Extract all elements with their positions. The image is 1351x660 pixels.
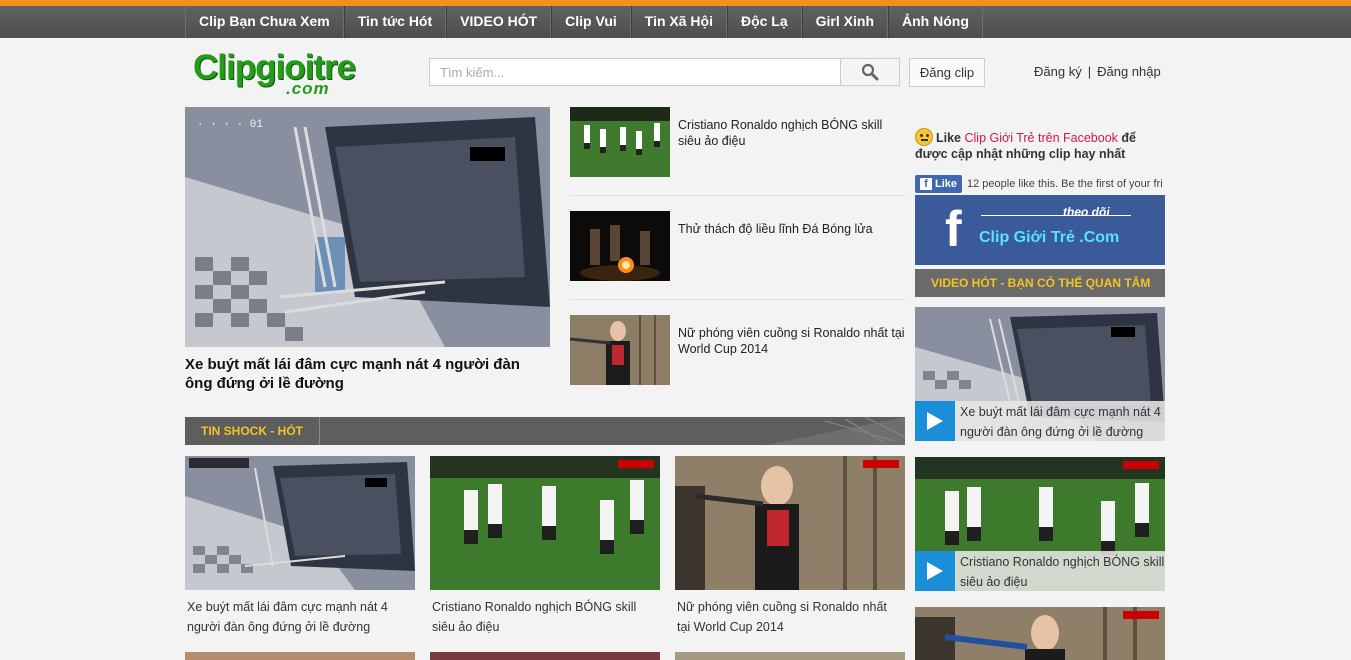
banner-site-text: Clip Giới Trẻ .Com [979,229,1120,246]
register-link[interactable]: Đăng ký [1034,64,1082,79]
grid-title[interactable]: Cristiano Ronaldo nghịch BÓNG skill siêu… [432,597,658,637]
football-training-image [570,107,670,177]
section-title[interactable]: TIN SHOCK - HÓT [185,417,320,445]
facebook-f-icon: f [945,201,962,257]
hot-video-title[interactable]: Cristiano Ronaldo nghịch BÓNG skill siêu… [960,552,1165,592]
grid-item[interactable]: Nữ phóng viên cuồng si Ronaldo nhất tại … [675,456,905,636]
nav-item-clip-ban-chua-xem[interactable]: Clip Bạn Chưa Xem [185,6,344,38]
bus-crash-image [185,456,415,590]
list-item[interactable]: Cristiano Ronaldo nghịch BÓNG skill siêu… [570,107,906,193]
list-item[interactable]: Nữ phóng viên cuồng si Ronaldo nhất tại … [570,315,906,401]
grid-thumbnail[interactable] [185,652,415,660]
facebook-page-link[interactable]: Clip Giới Trẻ trên Facebook [965,131,1118,145]
grid-title[interactable]: Xe buýt mất lái đâm cực mạnh nát 4 người… [187,597,413,637]
decorative-pattern [765,417,905,445]
list-divider [570,299,906,300]
facebook-like-bar: f Like 12 people like this. Be the first… [915,175,1165,193]
grid-thumbnail[interactable] [430,652,660,660]
login-link[interactable]: Đăng nhập [1097,64,1161,79]
list-thumbnail[interactable] [570,211,670,281]
svg-text:· · · · 01: · · · · 01 [197,119,263,131]
logo-sub-text: .com [286,79,330,98]
grid-item[interactable]: Xe buýt mất lái đâm cực mạnh nát 4 người… [185,456,415,636]
grid-thumbnail[interactable] [675,652,905,660]
section-header: TIN SHOCK - HÓT [185,417,905,445]
right-section-header: VIDEO HÓT - BẠN CÓ THỂ QUAN TÂM [915,269,1165,297]
facebook-follow-banner[interactable]: f theo dõi Clip Giới Trẻ .Com [915,195,1165,265]
main-navbar: Clip Bạn Chưa Xem Tin tức Hót VIDEO HÓT … [0,6,1351,38]
facebook-like-button[interactable]: f Like [915,175,963,193]
reporter-image [675,456,905,590]
facebook-promo-text: Like Clip Giới Trẻ trên Facebook để được… [915,128,1170,162]
grid-thumbnail[interactable] [675,456,905,590]
list-thumbnail[interactable] [570,107,670,177]
list-item[interactable]: Thử thách độ liều lĩnh Đá Bóng lửa [570,211,906,297]
list-title[interactable]: Nữ phóng viên cuồng si Ronaldo nhất tại … [678,325,906,357]
nav-item-tin-tuc-hot[interactable]: Tin tức Hót [343,6,447,38]
search-input[interactable] [429,58,841,86]
featured-thumbnail[interactable]: · · · · 01 [185,107,550,347]
bus-crash-image: · · · · 01 [185,107,550,347]
upload-clip-button[interactable]: Đăng clip [909,58,985,87]
facebook-like-button-label: Like [935,178,958,190]
banner-follow-text: theo dõi [1063,205,1110,219]
play-icon[interactable] [915,401,955,441]
hot-video-thumbnail[interactable] [915,607,1165,660]
grid-thumbnail[interactable] [430,456,660,590]
nav-item-doc-la[interactable]: Độc Lạ [726,6,802,38]
smiley-icon [915,128,933,146]
play-icon[interactable] [915,551,955,591]
list-thumbnail[interactable] [570,315,670,385]
hot-video-caption: Xe buýt mất lái đâm cực mạnh nát 4 người… [915,401,1165,441]
search-button[interactable] [840,58,900,86]
grid-title[interactable]: Nữ phóng viên cuồng si Ronaldo nhất tại … [677,597,903,637]
grid-thumbnail[interactable] [185,456,415,590]
nav-item-video-hot[interactable]: VIDEO HÓT [446,6,552,38]
auth-separator: | [1087,64,1092,79]
grid-item[interactable]: Cristiano Ronaldo nghịch BÓNG skill siêu… [430,456,660,636]
logo-main-text: Clipgioitre [193,48,356,87]
facebook-like-count: 12 people like this. Be the first of you… [967,178,1163,190]
list-title[interactable]: Thử thách độ liều lĩnh Đá Bóng lửa [678,221,906,237]
hot-video-title[interactable]: Xe buýt mất lái đâm cực mạnh nát 4 người… [960,402,1165,442]
nav-item-girl-xinh[interactable]: Girl Xinh [801,6,888,38]
hot-video-card[interactable]: Xe buýt mất lái đâm cực mạnh nát 4 người… [915,307,1165,441]
featured-title[interactable]: Xe buýt mất lái đâm cực mạnh nát 4 người… [185,355,550,393]
fire-ball-image [570,211,670,281]
list-divider [570,195,906,196]
reporter-image [570,315,670,385]
auth-links: Đăng ký | Đăng nhập [1034,64,1161,79]
hot-video-card[interactable]: Cristiano Ronaldo nghịch BÓNG skill siêu… [915,457,1165,591]
facebook-icon: f [920,178,932,190]
list-title[interactable]: Cristiano Ronaldo nghịch BÓNG skill siêu… [678,117,906,149]
search-icon [861,63,879,81]
nav-item-anh-nong[interactable]: Ảnh Nóng [888,6,983,38]
site-logo[interactable]: Clipgioitre .com [193,48,356,98]
nav-item-tin-xa-hoi[interactable]: Tin Xã Hội [630,6,727,38]
football-training-image [430,456,660,590]
hot-video-caption: Cristiano Ronaldo nghịch BÓNG skill siêu… [915,551,1165,591]
reporter-image [915,607,1165,660]
nav-item-clip-vui[interactable]: Clip Vui [551,6,631,38]
facebook-like-word: Like [936,131,962,145]
nav-menu: Clip Bạn Chưa Xem Tin tức Hót VIDEO HÓT … [185,6,983,38]
